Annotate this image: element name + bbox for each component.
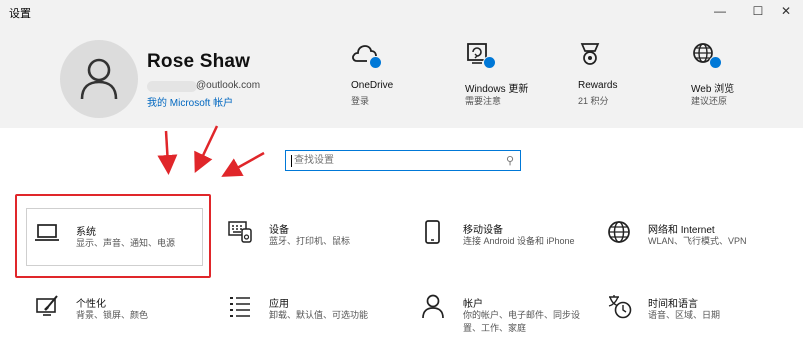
time-language-icon xyxy=(607,294,633,320)
category-description: 蓝牙、打印机、鼠标 xyxy=(269,236,351,246)
globe-icon xyxy=(607,220,633,246)
apps-list-icon xyxy=(228,294,254,320)
category-mobile-devices[interactable]: 移动设备 连接 Android 设备和 iPhone xyxy=(422,220,602,268)
annotation-arrows xyxy=(157,125,265,177)
category-title: 设备 xyxy=(269,225,289,236)
keyboard-icon xyxy=(228,220,254,246)
search-input[interactable] xyxy=(294,153,494,168)
category-title: 网络和 Internet xyxy=(648,225,715,236)
category-description: WLAN、飞行模式、VPN xyxy=(648,236,747,246)
category-personalization[interactable]: 个性化 背景、锁屏、颜色 xyxy=(35,294,215,342)
category-description: 显示、声音、通知、电源 xyxy=(76,238,176,248)
category-system[interactable]: 系统 显示、声音、通知、电源 xyxy=(35,222,215,270)
category-time-language[interactable]: 时间和语言 语音、区域、日期 xyxy=(607,294,787,342)
category-description: 背景、锁屏、颜色 xyxy=(76,310,149,320)
annotation-arrow xyxy=(221,151,265,177)
person-icon xyxy=(422,294,448,320)
category-apps[interactable]: 应用 卸载、默认值、可选功能 xyxy=(228,294,408,342)
text-caret xyxy=(291,155,292,167)
search-box[interactable]: ⚲ xyxy=(285,150,521,171)
phone-icon xyxy=(422,220,448,246)
category-description: 卸载、默认值、可选功能 xyxy=(269,310,369,320)
category-accounts[interactable]: 帐户 你的帐户、电子邮件、同步设置、工作、家庭 xyxy=(422,294,602,342)
laptop-icon xyxy=(35,222,61,248)
category-description: 语音、区域、日期 xyxy=(648,310,721,320)
annotation-arrow xyxy=(194,125,219,174)
category-title: 应用 xyxy=(269,299,289,310)
paint-icon xyxy=(35,294,61,320)
category-description: 连接 Android 设备和 iPhone xyxy=(463,236,575,246)
category-title: 系统 xyxy=(76,227,96,238)
search-icon[interactable]: ⚲ xyxy=(506,154,514,167)
category-title: 帐户 xyxy=(463,299,483,310)
category-title: 时间和语言 xyxy=(648,299,698,310)
category-devices[interactable]: 设备 蓝牙、打印机、鼠标 xyxy=(228,220,408,268)
category-description: 你的帐户、电子邮件、同步设置、工作、家庭 xyxy=(463,310,581,333)
category-network-internet[interactable]: 网络和 Internet WLAN、飞行模式、VPN xyxy=(607,220,787,268)
annotation-arrow xyxy=(157,130,178,175)
category-title: 移动设备 xyxy=(463,225,503,236)
category-title: 个性化 xyxy=(76,299,106,310)
